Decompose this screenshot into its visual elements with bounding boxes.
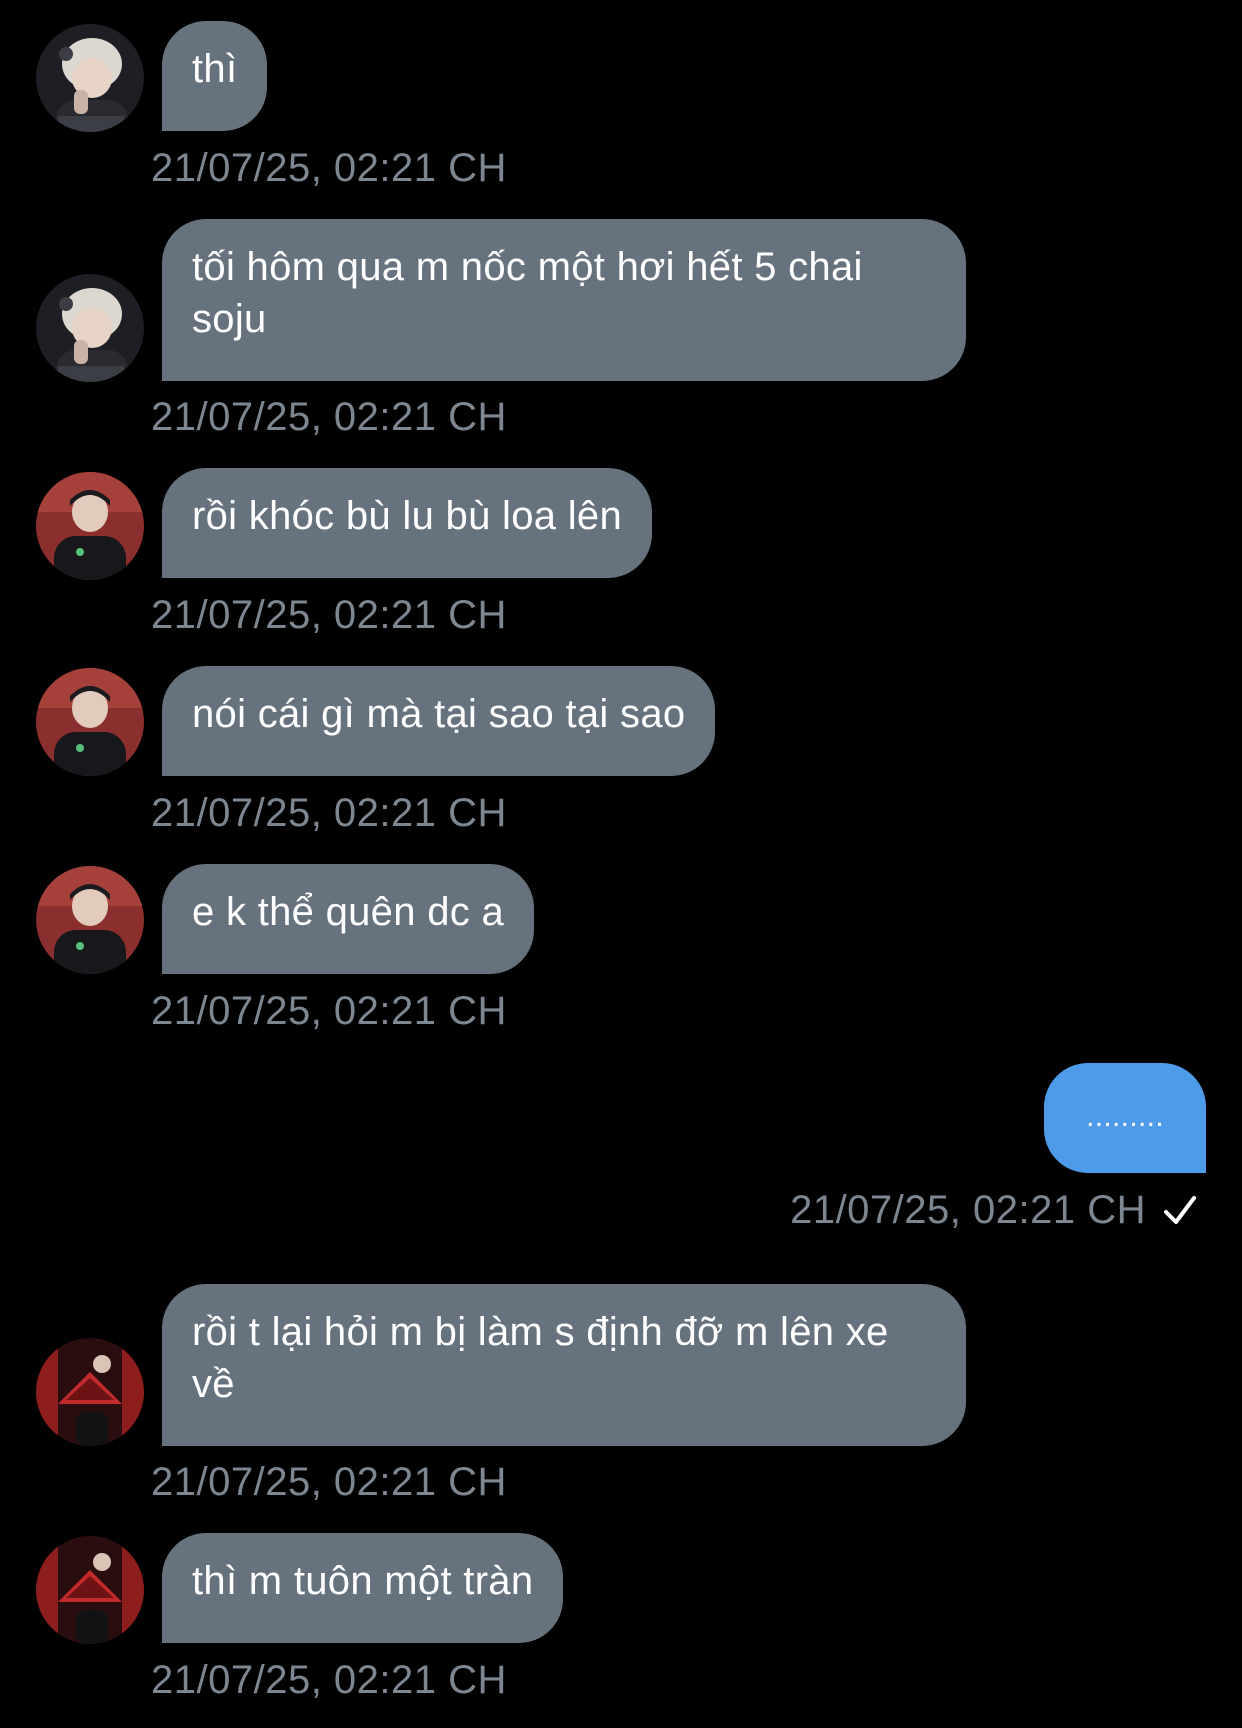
message-timestamp: 21/07/25, 02:21 CH <box>151 989 507 1033</box>
message-timestamp: 21/07/25, 02:21 CH <box>151 791 507 835</box>
avatar-c-icon <box>36 1338 144 1446</box>
message-bubble[interactable]: rồi khóc bù lu bù loa lên <box>162 468 652 578</box>
message-timestamp: 21/07/25, 02:21 CH <box>151 395 507 439</box>
message-bubble[interactable]: rồi t lại hỏi m bị làm s định đỡ m lên x… <box>162 1284 966 1446</box>
message-bubble[interactable]: tối hôm qua m nốc một hơi hết 5 chai soj… <box>162 219 966 381</box>
message-bubble[interactable]: thì <box>162 21 268 131</box>
message-bubble[interactable]: e k thể quên dc a <box>162 864 534 974</box>
avatar-a-icon <box>36 274 144 382</box>
avatar[interactable] <box>36 668 144 776</box>
avatar-c-icon <box>36 1536 144 1644</box>
avatar-a-icon <box>36 24 144 132</box>
avatar[interactable] <box>36 274 144 382</box>
avatar-b-icon <box>36 472 144 580</box>
avatar[interactable] <box>36 472 144 580</box>
avatar[interactable] <box>36 24 144 132</box>
avatar[interactable] <box>36 1338 144 1446</box>
message-timestamp: 21/07/25, 02:21 CH <box>151 146 507 190</box>
avatar-b-icon <box>36 668 144 776</box>
avatar[interactable] <box>36 866 144 974</box>
message-timestamp: 21/07/25, 02:21 CH <box>151 593 507 637</box>
chat-thread[interactable]: thì 21/07/25, 02:21 CH tối hôm qua m nốc… <box>0 0 1242 1728</box>
message-timestamp: 21/07/25, 02:21 CH <box>151 1460 507 1504</box>
checkmark-icon <box>1164 1196 1196 1224</box>
message-bubble[interactable]: nói cái gì mà tại sao tại sao <box>162 666 716 776</box>
avatar-b-icon <box>36 866 144 974</box>
message-timestamp: 21/07/25, 02:21 CH <box>151 1658 507 1702</box>
message-timestamp: 21/07/25, 02:21 CH <box>790 1188 1146 1232</box>
message-bubble-outgoing[interactable]: ......... <box>1044 1063 1206 1173</box>
avatar[interactable] <box>36 1536 144 1644</box>
message-bubble[interactable]: thì m tuôn một tràn <box>162 1533 564 1643</box>
